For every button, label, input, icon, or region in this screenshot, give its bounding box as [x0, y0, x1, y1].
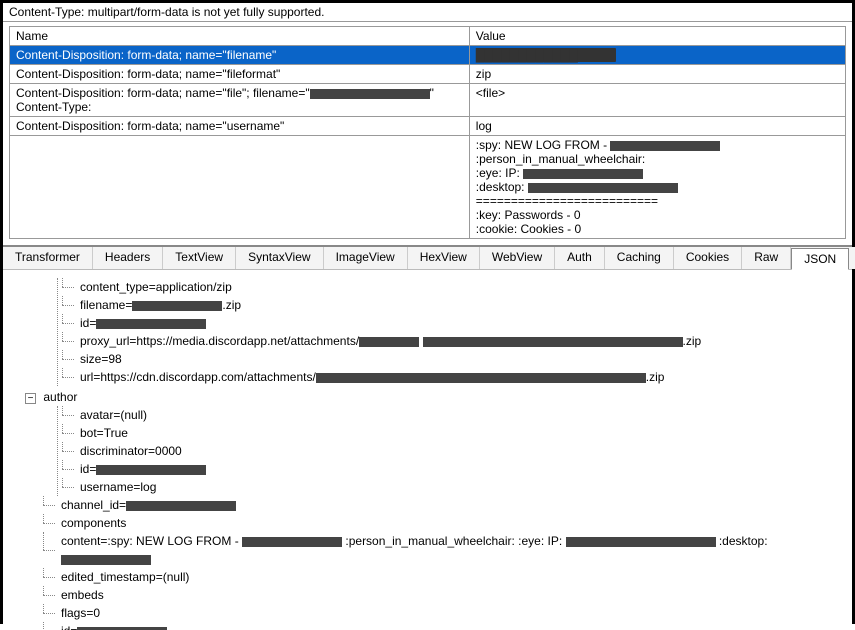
tree-leaf[interactable]: url=https://cdn.discordapp.com/attachmen… [62, 368, 844, 386]
json-tree[interactable]: content_type=application/zip filename=.z… [3, 270, 852, 630]
cell-value: <file> [469, 84, 845, 117]
tree-leaf[interactable]: size=98 [62, 350, 844, 368]
cell-value: ████████████ [469, 46, 845, 65]
table-row[interactable]: Content-Disposition: form-data; name="us… [10, 117, 846, 136]
cell-name: Content-Disposition: form-data; name="fi… [10, 65, 470, 84]
tab-json[interactable]: JSON [791, 248, 849, 270]
tab-xml[interactable]: XML [849, 247, 855, 269]
multipart-table: Name Value Content-Disposition: form-dat… [9, 26, 846, 239]
cell-name: Content-Disposition: form-data; name="fi… [10, 84, 470, 117]
content-type-note: Content-Type: multipart/form-data is not… [3, 3, 852, 22]
tree-leaf[interactable]: username=log [62, 478, 844, 496]
tree-leaf[interactable]: bot=True [62, 424, 844, 442]
tab-textview[interactable]: TextView [163, 247, 236, 269]
tab-transformer[interactable]: Transformer [3, 247, 93, 269]
collapse-icon[interactable]: − [25, 393, 36, 404]
tree-leaf[interactable]: discriminator=0000 [62, 442, 844, 460]
tree-branch-author[interactable]: author [43, 390, 77, 404]
tree-leaf[interactable]: components [43, 514, 844, 532]
inspector-tabs: Transformer Headers TextView SyntaxView … [3, 245, 852, 270]
tab-syntaxview[interactable]: SyntaxView [236, 247, 323, 269]
tab-raw[interactable]: Raw [742, 247, 791, 269]
cell-value: :spy: NEW LOG FROM - :person_in_manual_w… [469, 136, 845, 239]
table-row[interactable]: :spy: NEW LOG FROM - :person_in_manual_w… [10, 136, 846, 239]
tab-caching[interactable]: Caching [605, 247, 674, 269]
col-name: Name [10, 27, 470, 46]
tab-headers[interactable]: Headers [93, 247, 163, 269]
tab-imageview[interactable]: ImageView [324, 247, 408, 269]
tree-leaf[interactable]: avatar=(null) [62, 406, 844, 424]
tab-webview[interactable]: WebView [480, 247, 555, 269]
tab-auth[interactable]: Auth [555, 247, 605, 269]
tree-leaf[interactable]: content_type=application/zip [62, 278, 844, 296]
cell-name: Content-Disposition: form-data; name="us… [10, 117, 470, 136]
tree-leaf[interactable]: flags=0 [43, 604, 844, 622]
col-value: Value [469, 27, 845, 46]
tree-leaf[interactable]: filename=.zip [62, 296, 844, 314]
tree-leaf[interactable]: id= [43, 622, 844, 630]
tree-leaf[interactable]: edited_timestamp=(null) [43, 568, 844, 586]
tree-leaf[interactable]: id= [62, 460, 844, 478]
table-row[interactable]: Content-Disposition: form-data; name="fi… [10, 84, 846, 117]
cell-value: zip [469, 65, 845, 84]
table-row[interactable]: Content-Disposition: form-data; name="fi… [10, 46, 846, 65]
tab-hexview[interactable]: HexView [408, 247, 480, 269]
cell-name: Content-Disposition: form-data; name="fi… [10, 46, 470, 65]
cell-name [10, 136, 470, 239]
tree-leaf[interactable]: proxy_url=https://media.discordapp.net/a… [62, 332, 844, 350]
table-row[interactable]: Content-Disposition: form-data; name="fi… [10, 65, 846, 84]
cell-value: log [469, 117, 845, 136]
tree-leaf[interactable]: embeds [43, 586, 844, 604]
table-header-row: Name Value [10, 27, 846, 46]
tree-leaf[interactable]: channel_id= [43, 496, 844, 514]
tree-leaf[interactable]: content=:spy: NEW LOG FROM - :person_in_… [43, 532, 844, 568]
tree-leaf[interactable]: id= [62, 314, 844, 332]
tab-cookies[interactable]: Cookies [674, 247, 742, 269]
